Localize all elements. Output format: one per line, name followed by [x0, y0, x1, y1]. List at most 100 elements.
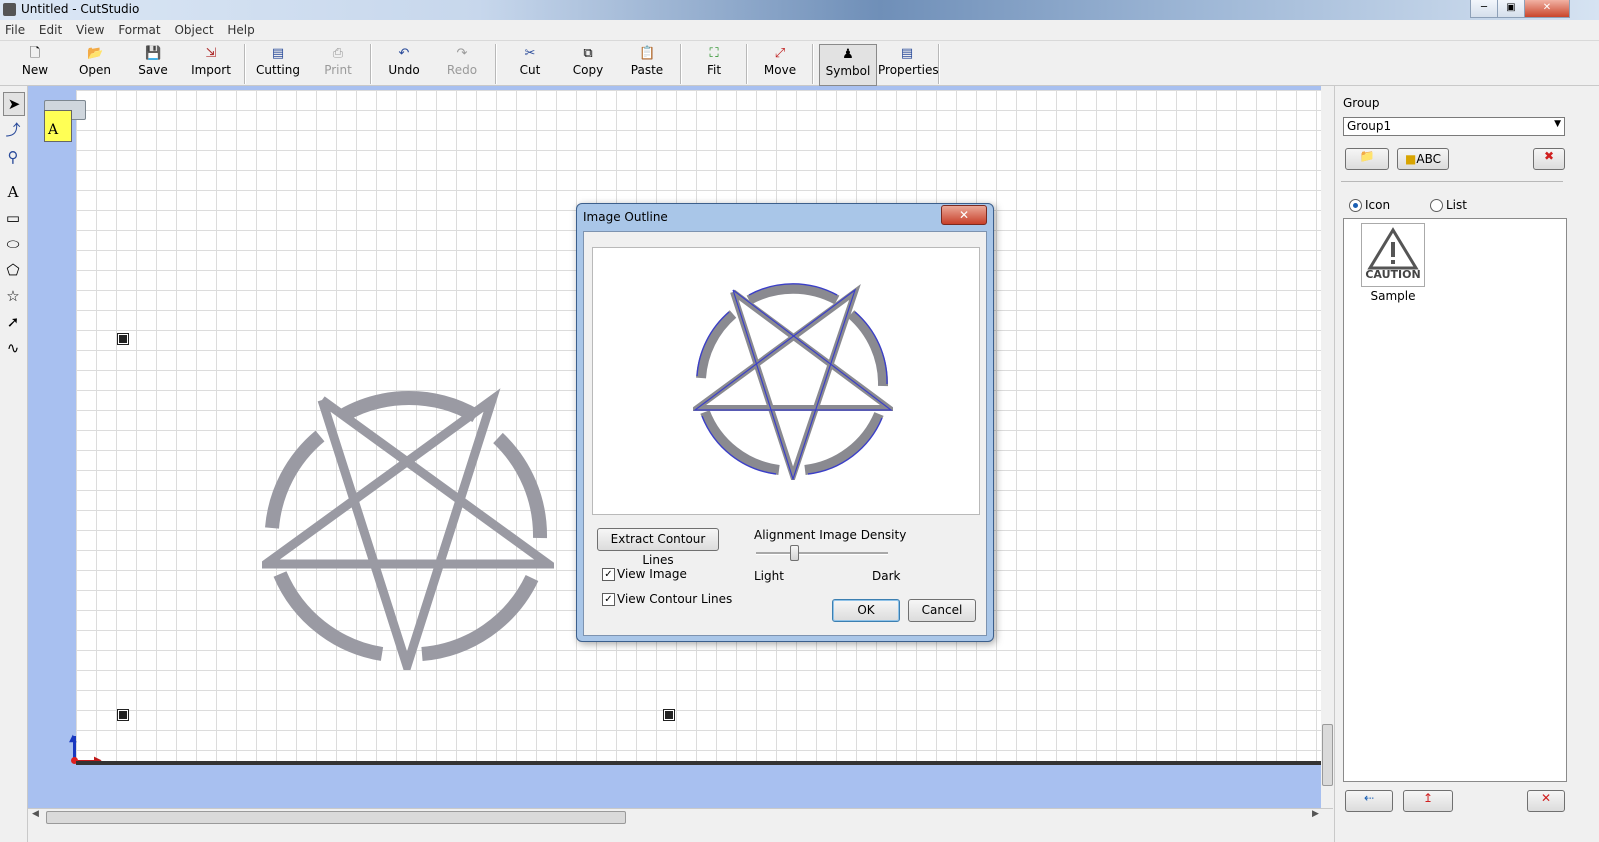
maximize-button[interactable]: ▣ — [1497, 0, 1525, 18]
new-group-button[interactable]: 📁 — [1345, 148, 1389, 170]
icon-view-label: Icon — [1365, 198, 1391, 212]
chevron-down-icon: ▼ — [1554, 119, 1561, 129]
imported-pentagram-image[interactable] — [262, 378, 554, 670]
polygon-tool[interactable]: ⬠ — [3, 259, 23, 281]
menu-format[interactable]: Format — [113, 20, 165, 40]
undo-button[interactable]: ↶ Undo — [382, 44, 426, 84]
paste-button[interactable]: 📋 Paste — [625, 44, 669, 84]
curve-icon: ∿ — [6, 339, 20, 357]
list-view-radio[interactable] — [1430, 199, 1443, 212]
scroll-right-icon[interactable]: ▶ — [1312, 809, 1319, 819]
app-icon — [3, 3, 16, 16]
delete-group-button[interactable]: ✖ — [1533, 148, 1565, 170]
selection-handle[interactable] — [117, 709, 129, 721]
curve-tool[interactable]: ∿ — [3, 337, 23, 359]
select-tool[interactable]: ➤ — [3, 92, 25, 116]
rectangle-icon: ▭ — [5, 209, 21, 227]
menu-object[interactable]: Object — [169, 20, 218, 40]
minimize-button[interactable]: ─ — [1470, 0, 1498, 18]
copy-icon: ⧉ — [583, 46, 593, 61]
text-a-icon: A — [7, 183, 19, 201]
density-slider-track[interactable] — [756, 552, 888, 555]
view-image-label: View Image — [617, 567, 687, 581]
export-symbol-button[interactable]: ↥ — [1403, 790, 1453, 812]
cancel-button[interactable]: Cancel — [908, 599, 976, 622]
view-image-checkbox[interactable]: ✓ — [602, 568, 615, 581]
move-button[interactable]: ⤢ Move — [758, 44, 802, 84]
horizontal-scrollbar[interactable]: ◀ ▶ — [28, 808, 1333, 826]
view-contour-lines-checkbox[interactable]: ✓ — [602, 593, 615, 606]
toolbar: 🗋 New 📂 Open 💾 Save ⇲ Import ▤ Cutting ⎙ Print… — [0, 41, 1599, 86]
print-button[interactable]: ⎙ Print — [316, 44, 360, 84]
tool-strip: ➤ ⤴ ⚲ A ▭ ⬭ ⬠ ☆ ➚ ∿ — [0, 86, 28, 842]
floppy-save-icon: 💾 — [145, 46, 162, 61]
register-symbol-button[interactable]: ⇠ — [1345, 790, 1393, 812]
selection-handle[interactable] — [663, 709, 675, 721]
redo-icon: ↷ — [456, 46, 468, 61]
folder-open-icon: 📂 — [87, 46, 104, 61]
arrow-up-icon: ↥ — [1422, 791, 1434, 805]
vertical-scroll-thumb[interactable] — [1322, 724, 1333, 786]
arrow-pointer-icon: ➤ — [7, 95, 21, 113]
icon-view-radio[interactable] — [1349, 199, 1362, 212]
redo-button[interactable]: ↷ Redo — [440, 44, 484, 84]
extract-contour-lines-button[interactable]: Extract Contour Lines — [597, 528, 719, 567]
menu-edit[interactable]: Edit — [34, 20, 67, 40]
text-tool[interactable]: A — [3, 181, 23, 203]
star-tool[interactable]: ☆ — [3, 285, 23, 307]
star-icon: ☆ — [6, 287, 20, 305]
zoom-tool[interactable]: ⚲ — [3, 146, 23, 168]
cutter-machine-icon[interactable]: A — [38, 94, 86, 146]
close-window-button[interactable]: ✕ — [1524, 0, 1570, 18]
ok-button[interactable]: OK — [832, 599, 900, 622]
symbol-panel: Group Group1 ▼ 📁 ■ABC ✖ Icon List CAUTIO… — [1334, 86, 1599, 842]
ellipse-icon: ⬭ — [6, 235, 20, 253]
outline-preview — [592, 247, 980, 515]
menu-help[interactable]: Help — [222, 20, 259, 40]
check-icon: ✓ — [604, 594, 613, 605]
delete-symbol-button[interactable]: ✕ — [1527, 790, 1565, 812]
scroll-left-icon[interactable]: ◀ — [32, 809, 39, 819]
symbol-item-sample[interactable]: CAUTION — [1361, 223, 1425, 287]
save-button[interactable]: 💾 Save — [132, 44, 174, 84]
ellipse-tool[interactable]: ⬭ — [3, 233, 23, 255]
properties-button[interactable]: ▤ Properties — [878, 44, 939, 84]
contour-preview-pentagram — [693, 283, 893, 480]
pentagon-icon: ⬠ — [6, 261, 20, 279]
cut-button[interactable]: ✂ Cut — [508, 44, 552, 84]
menu-bar: File Edit View Format Object Help — [0, 20, 1599, 41]
open-button[interactable]: 📂 Open — [72, 44, 118, 84]
symbol-list[interactable]: CAUTION Sample — [1343, 218, 1567, 782]
dialog-close-button[interactable]: ✕ — [941, 205, 987, 225]
caution-text: CAUTION — [1365, 268, 1421, 281]
menu-file[interactable]: File — [0, 20, 30, 40]
group-dropdown[interactable]: Group1 ▼ — [1343, 117, 1565, 136]
horizontal-scroll-thumb[interactable] — [46, 811, 626, 824]
menu-view[interactable]: View — [71, 20, 109, 40]
arrow-left-icon: ⇠ — [1363, 791, 1375, 805]
delete-folder-icon: ✖ — [1543, 149, 1555, 163]
selection-handle[interactable] — [117, 333, 129, 345]
check-icon: ✓ — [604, 569, 613, 580]
scissors-icon: ✂ — [524, 46, 536, 61]
toolbar-separator — [938, 44, 940, 84]
clipboard-paste-icon: 📋 — [639, 46, 656, 61]
new-button[interactable]: 🗋 New — [14, 44, 56, 84]
fit-button[interactable]: ⛶ Fit — [692, 44, 736, 84]
density-slider-thumb[interactable] — [790, 545, 800, 561]
symbol-button[interactable]: ♟ Symbol — [819, 44, 877, 86]
symbol-item-label: Sample — [1370, 289, 1416, 303]
copy-button[interactable]: ⧉ Copy — [566, 44, 610, 84]
polyline-tool[interactable]: ➚ — [3, 311, 23, 333]
import-button[interactable]: ⇲ Import — [188, 44, 234, 84]
delete-x-icon: ✕ — [1540, 791, 1552, 805]
node-edit-tool[interactable]: ⤴ — [3, 119, 23, 141]
undo-icon: ↶ — [398, 46, 410, 61]
rename-group-button[interactable]: ■ABC — [1397, 148, 1449, 170]
cutting-button[interactable]: ▤ Cutting — [254, 44, 302, 84]
media-baseline — [76, 761, 1321, 765]
vertical-scrollbar[interactable] — [1321, 86, 1333, 808]
density-light-label: Light — [754, 569, 784, 583]
rectangle-tool[interactable]: ▭ — [3, 207, 23, 229]
properties-icon: ▤ — [900, 46, 914, 61]
